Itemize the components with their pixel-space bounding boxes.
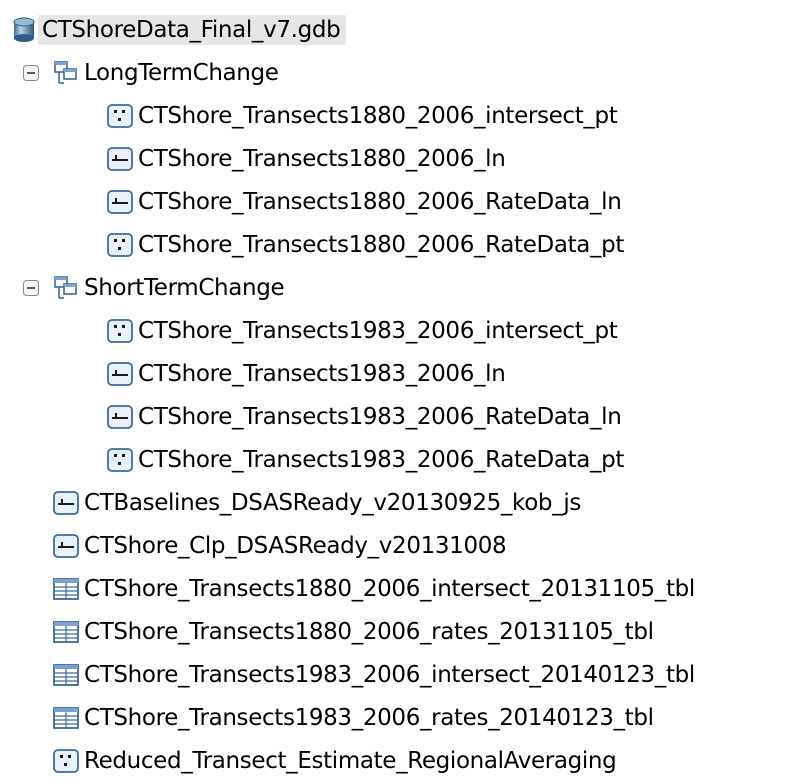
tree-node-table[interactable]: CTShore_Transects1880_2006_rates_2013110… (52, 612, 660, 652)
tree-node-feature-class[interactable]: CTShore_Transects1880_2006_ln (106, 139, 511, 179)
tree-node-feature-class[interactable]: Reduced_Transect_Estimate_RegionalAverag… (52, 741, 622, 781)
line-feature-class-icon (106, 188, 134, 216)
tree-node-root[interactable]: CTShoreData_Final_v7.gdb (10, 10, 347, 50)
tree-node-feature-class[interactable]: CTShore_Clp_DSASReady_v20131008 (52, 526, 512, 566)
tree-node-label: CTShore_Transects1983_2006_intersect_pt (138, 318, 618, 344)
table-icon (52, 618, 80, 646)
point-feature-class-icon (106, 102, 134, 130)
tree-node-label: CTShore_Transects1880_2006_RateData_pt (138, 232, 625, 258)
tree-node-dataset-shorttermchange[interactable]: ShortTermChange (22, 268, 290, 308)
point-feature-class-icon (106, 446, 134, 474)
tree-node-label: CTShore_Transects1880_2006_intersect_201… (84, 576, 695, 602)
tree-node-table[interactable]: CTShore_Transects1880_2006_intersect_201… (52, 569, 701, 609)
tree-node-label: CTShore_Transects1983_2006_intersect_201… (84, 662, 695, 688)
collapse-icon[interactable] (22, 64, 40, 82)
table-icon (52, 575, 80, 603)
tree-node-feature-class[interactable]: CTBaselines_DSASReady_v20130925_kob_js (52, 483, 587, 523)
line-feature-class-icon (52, 532, 80, 560)
tree-node-feature-class[interactable]: CTShore_Transects1983_2006_RateData_pt (106, 440, 630, 480)
tree-node-feature-class[interactable]: CTShore_Transects1983_2006_ln (106, 354, 511, 394)
geodatabase-icon (10, 16, 38, 44)
tree-node-label: LongTermChange (84, 60, 279, 86)
tree-node-label: CTShore_Transects1880_2006_intersect_pt (138, 103, 618, 129)
tree-node-dataset-longtermchange[interactable]: LongTermChange (22, 53, 285, 93)
point-feature-class-icon (106, 317, 134, 345)
tree-node-label: ShortTermChange (84, 275, 285, 301)
tree-node-label: CTShore_Transects1983_2006_RateData_ln (138, 404, 622, 430)
tree-node-label: CTBaselines_DSASReady_v20130925_kob_js (84, 490, 582, 516)
point-feature-class-icon (106, 231, 134, 259)
line-feature-class-icon (106, 145, 134, 173)
tree-node-label: CTShore_Transects1880_2006_rates_2013110… (84, 619, 654, 645)
catalog-tree: CTShoreData_Final_v7.gdb LongTermChange (0, 0, 799, 776)
tree-node-label: CTShore_Transects1880_2006_RateData_ln (138, 189, 622, 215)
tree-node-label: CTShore_Transects1983_2006_RateData_pt (138, 447, 625, 473)
tree-node-label: CTShore_Clp_DSASReady_v20131008 (84, 533, 507, 559)
tree-node-feature-class[interactable]: CTShore_Transects1983_2006_intersect_pt (106, 311, 623, 351)
tree-node-table[interactable]: CTShore_Transects1983_2006_rates_2014012… (52, 698, 660, 738)
tree-node-label: CTShore_Transects1983_2006_ln (138, 361, 506, 387)
tree-node-feature-class[interactable]: CTShore_Transects1983_2006_RateData_ln (106, 397, 627, 437)
tree-node-label: CTShoreData_Final_v7.gdb (38, 15, 347, 45)
tree-node-feature-class[interactable]: CTShore_Transects1880_2006_intersect_pt (106, 96, 623, 136)
line-feature-class-icon (52, 489, 80, 517)
feature-dataset-icon (52, 59, 80, 87)
tree-node-label: Reduced_Transect_Estimate_RegionalAverag… (84, 748, 617, 774)
tree-node-feature-class[interactable]: CTShore_Transects1880_2006_RateData_ln (106, 182, 627, 222)
table-icon (52, 661, 80, 689)
table-icon (52, 704, 80, 732)
tree-node-table[interactable]: CTShore_Transects1983_2006_intersect_201… (52, 655, 701, 695)
collapse-icon[interactable] (22, 279, 40, 297)
line-feature-class-icon (106, 403, 134, 431)
tree-node-label: CTShore_Transects1983_2006_rates_2014012… (84, 705, 654, 731)
point-feature-class-icon (52, 747, 80, 775)
line-feature-class-icon (106, 360, 134, 388)
tree-node-label: CTShore_Transects1880_2006_ln (138, 146, 506, 172)
feature-dataset-icon (52, 274, 80, 302)
tree-node-feature-class[interactable]: CTShore_Transects1880_2006_RateData_pt (106, 225, 630, 265)
